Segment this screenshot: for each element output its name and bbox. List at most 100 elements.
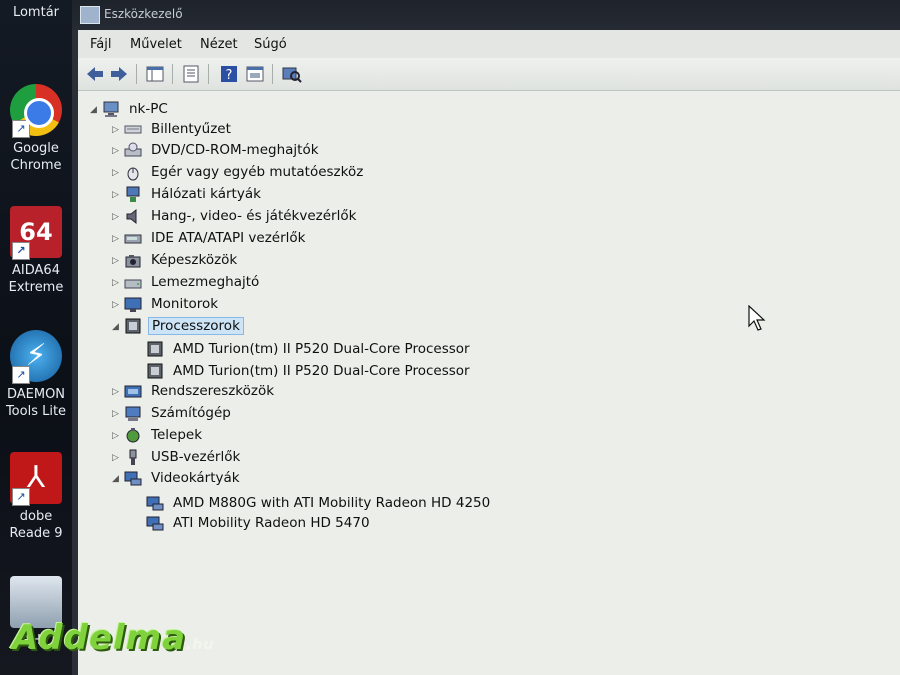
tree-node-label: Processzorok: [148, 317, 244, 335]
tree-leaf-label: AMD Turion(tm) II P520 Dual-Core Process…: [173, 341, 470, 357]
aida64-label: AIDA64 Extreme: [8, 263, 64, 295]
tree-leaf-label: AMD Turion(tm) II P520 Dual-Core Process…: [173, 363, 470, 379]
adobe-reader-label: dobe Reade 9: [9, 509, 63, 541]
expand-icon[interactable]: ▷: [112, 431, 122, 441]
back-button[interactable]: [84, 64, 106, 84]
tree-node-label: Videokártyák: [151, 470, 240, 486]
display-adapter-icon: [146, 495, 164, 512]
toolbar-separator: [272, 64, 273, 84]
watermark-brand: Addelma: [12, 618, 187, 658]
expand-icon[interactable]: ▷: [112, 190, 122, 200]
tree-node-label: USB-vezérlők: [151, 449, 241, 465]
watermark: Addelma.hu: [12, 618, 214, 658]
tree-node-label: Telepek: [151, 427, 203, 443]
toolbar-separator: [172, 64, 173, 84]
shortcut-arrow-icon: ↗: [12, 366, 30, 384]
console-tree-icon: [146, 66, 164, 82]
properties-button[interactable]: [180, 64, 202, 84]
daemon-tools-icon: ⚡ ↗: [10, 330, 62, 384]
help-button[interactable]: ?: [218, 64, 240, 84]
expand-icon[interactable]: ▷: [112, 146, 122, 156]
expand-icon[interactable]: ▷: [112, 212, 122, 222]
expand-icon[interactable]: ▷: [112, 256, 122, 266]
monitor-icon: [124, 296, 142, 313]
collapse-icon[interactable]: ◢: [112, 474, 122, 484]
processor-icon: [146, 363, 164, 380]
collapse-icon[interactable]: ◢: [112, 322, 122, 332]
processor-icon: [146, 341, 164, 358]
expand-icon[interactable]: ▷: [112, 234, 122, 244]
tree-node-label: IDE ATA/ATAPI vezérlők: [151, 230, 306, 246]
view-icon: [246, 66, 264, 82]
tree-node-label: Billentyűzet: [151, 121, 231, 137]
expand-icon[interactable]: ▷: [112, 168, 122, 178]
expand-icon[interactable]: ▷: [112, 453, 122, 463]
menu-bar: Fájl Művelet Nézet Súgó: [78, 30, 900, 59]
processor-icon: [124, 318, 142, 335]
forward-arrow-icon: [111, 67, 127, 81]
daemon-tools-shortcut[interactable]: ⚡ ↗ DAEMON Tools Lite: [0, 330, 72, 420]
speaker-icon: [124, 208, 142, 225]
device-manager-window: Eszközkezelő Fájl Művelet Nézet Súgó ? ◢…: [72, 0, 900, 675]
back-arrow-icon: [87, 67, 103, 81]
help-icon: ?: [221, 66, 237, 83]
disk-drive-icon: [124, 274, 142, 291]
scan-hardware-button[interactable]: [280, 64, 302, 84]
device-tree: ◢ nk-PC ▷ Billentyűzet ▷ DVD/CD-ROM-megh…: [78, 91, 900, 675]
tree-node-label: Hálózati kártyák: [151, 186, 261, 202]
view-button[interactable]: [244, 64, 266, 84]
tree-node-label: DVD/CD-ROM-meghajtók: [151, 142, 319, 158]
daemon-tools-label: DAEMON Tools Lite: [5, 387, 67, 419]
title-bar[interactable]: Eszközkezelő: [72, 0, 900, 30]
shortcut-arrow-icon: ↗: [12, 242, 30, 260]
expand-icon[interactable]: ▷: [112, 387, 122, 397]
computer-icon: [102, 101, 120, 118]
forward-button[interactable]: [108, 64, 130, 84]
display-adapter-icon: [146, 515, 164, 532]
expand-icon[interactable]: ▷: [112, 278, 122, 288]
show-hide-console-tree-button[interactable]: [144, 64, 166, 84]
tree-node-label: Egér vagy egyéb mutatóeszköz: [151, 164, 364, 180]
aida64-icon: 64 ↗: [10, 206, 62, 260]
computer-icon: [124, 405, 142, 422]
tree-leaf-label: AMD M880G with ATI Mobility Radeon HD 42…: [173, 495, 491, 511]
tree-node-label: Lemezmeghajtó: [151, 274, 260, 290]
chrome-shortcut[interactable]: ↗ Google Chrome: [0, 84, 72, 174]
expand-icon[interactable]: ▷: [112, 409, 122, 419]
recycle-bin-shortcut[interactable]: Lomtár: [0, 4, 72, 21]
properties-icon: [183, 65, 199, 83]
menu-view[interactable]: Nézet: [200, 37, 238, 52]
menu-file[interactable]: Fájl: [90, 37, 111, 52]
battery-icon: [124, 427, 142, 444]
mouse-pointer-icon: [748, 305, 766, 331]
toolbar-separator: [136, 64, 137, 84]
tree-node-label: Monitorok: [151, 296, 219, 312]
watermark-suffix: .hu: [186, 637, 215, 653]
keyboard-icon: [124, 121, 142, 138]
shortcut-arrow-icon: ↗: [12, 488, 30, 506]
display-adapter-icon: [124, 470, 142, 487]
ide-controller-icon: [124, 230, 142, 247]
adobe-reader-icon: ⅄ ↗: [10, 452, 62, 506]
camera-icon: [124, 252, 142, 269]
system-devices-icon: [124, 383, 142, 400]
collapse-icon[interactable]: ◢: [90, 105, 100, 115]
toolbar-separator: [208, 64, 209, 84]
usb-icon: [124, 449, 142, 466]
desktop-strip: Lomtár ↗ Google Chrome 64 ↗ AIDA64 Extrem…: [0, 0, 72, 675]
window-title: Eszközkezelő: [104, 7, 183, 21]
mouse-icon: [124, 164, 142, 181]
tree-node-label: Számítógép: [151, 405, 231, 421]
menu-help[interactable]: Súgó: [254, 37, 287, 52]
adobe-reader-shortcut[interactable]: ⅄ ↗ dobe Reade 9: [0, 452, 72, 542]
device-manager-icon: [80, 6, 100, 24]
aida64-shortcut[interactable]: 64 ↗ AIDA64 Extreme: [0, 206, 72, 296]
scan-hardware-icon: [282, 67, 302, 83]
tree-leaf-label: ATI Mobility Radeon HD 5470: [173, 515, 370, 531]
tree-node-label: Hang-, video- és játékvezérlők: [151, 208, 357, 224]
expand-icon[interactable]: ▷: [112, 300, 122, 310]
menu-action[interactable]: Művelet: [130, 37, 182, 52]
expand-icon[interactable]: ▷: [112, 125, 122, 135]
toolbar: ?: [78, 58, 900, 91]
tree-root-label: nk-PC: [129, 101, 168, 117]
